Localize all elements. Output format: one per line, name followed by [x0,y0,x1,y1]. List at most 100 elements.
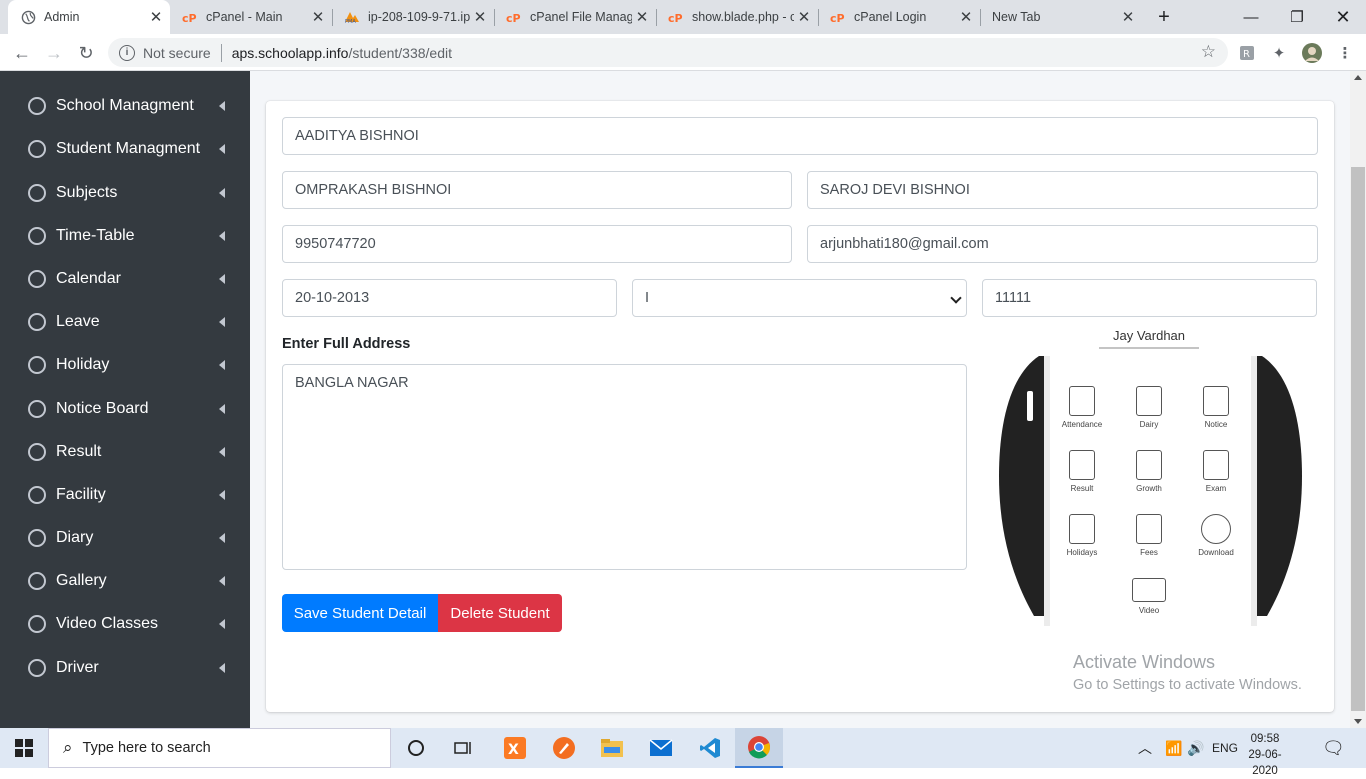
scroll-down-arrow-icon[interactable] [1354,719,1362,724]
chevron-left-icon [219,662,225,673]
chevron-up-icon[interactable]: ︿ [1138,728,1152,768]
close-tab-icon[interactable]: ✕ [308,8,328,26]
tab-phpmyadmin[interactable]: PMA ip-208-109-9-71.ip ✕ [332,0,494,34]
address-textarea[interactable]: BANGLA NAGAR [282,364,967,570]
student-name-input[interactable]: AADITYA BISHNOI [282,117,1318,155]
tab-cpanel-main[interactable]: cP cPanel - Main ✕ [170,0,332,34]
sidebar-item-notice-board[interactable]: Notice Board [0,387,250,430]
task-view-icon[interactable] [440,728,488,768]
info-icon[interactable]: i [119,44,135,61]
sidebar-item-label: Time-Table [56,226,135,244]
system-clock[interactable]: 09:58 29-06-2020 [1236,731,1294,779]
address-label: Enter Full Address [282,336,411,352]
sidebar-item-label: Notice Board [56,399,149,417]
delete-student-button[interactable]: Delete Student [438,594,562,632]
mail-icon[interactable] [637,728,685,768]
sidebar-item-time-table[interactable]: Time-Table [0,214,250,257]
circle-icon [28,399,46,418]
vscode-icon[interactable] [686,728,734,768]
svg-text:PMA: PMA [345,19,356,24]
pen-tool-icon[interactable] [540,728,588,768]
class-select[interactable]: I [632,279,967,317]
download-icon: Download [1186,514,1246,557]
sidebar-item-gallery[interactable]: Gallery [0,559,250,602]
tab-admin[interactable]: Admin ✕ [8,0,170,34]
close-tab-icon[interactable]: ✕ [794,8,814,26]
windows-start-icon[interactable] [0,728,48,768]
tab-new-tab[interactable]: New Tab ✕ [980,0,1142,34]
email-input[interactable]: arjunbhati180@gmail.com [807,225,1318,263]
phone-input[interactable]: 9950747720 [282,225,792,263]
sidebar-item-driver[interactable]: Driver [0,646,250,689]
save-student-button[interactable]: Save Student Detail [282,594,438,632]
sidebar-item-label: Holiday [56,355,110,373]
circle-icon [28,442,46,461]
address-bar[interactable]: i Not secure aps.schoolapp.info/student/… [108,38,1228,67]
close-tab-icon[interactable]: ✕ [1118,8,1138,26]
sidebar-item-holiday[interactable]: Holiday [0,343,250,386]
chrome-icon[interactable] [735,728,783,768]
svg-text:R: R [1243,49,1250,60]
app-preview-image: Jay Vardhan Attendance Dairy Notice Resu… [999,326,1302,626]
minimize-icon[interactable]: — [1228,0,1274,34]
dairy-icon: Dairy [1119,386,1179,429]
restore-icon[interactable]: ❐ [1274,0,1320,34]
notification-icon[interactable]: 🗨 [1322,728,1345,768]
close-tab-icon[interactable]: ✕ [146,8,166,26]
sidebar-item-diary[interactable]: Diary [0,516,250,559]
page-scrollbar[interactable] [1350,71,1366,728]
svg-text:cP: cP [506,12,521,23]
tab-title: ip-208-109-9-71.ip [368,10,470,24]
scroll-up-arrow-icon[interactable] [1354,75,1362,80]
forward-arrow-icon[interactable]: → [40,39,68,67]
network-icon[interactable]: 📶 [1165,728,1182,768]
sidebar-item-video-classes[interactable]: Video Classes [0,602,250,645]
sidebar-item-school-managment[interactable]: School Managment [0,84,250,127]
back-arrow-icon[interactable]: ← [8,39,36,67]
search-placeholder: Type here to search [82,740,211,756]
tab-title: cPanel Login [854,10,927,24]
sidebar-item-label: Subjects [56,183,118,201]
sidebar-item-calendar[interactable]: Calendar [0,257,250,300]
circle-icon [28,355,46,374]
speaker-icon[interactable]: 🔊 [1187,728,1204,768]
circle-icon [28,614,46,633]
sidebar-item-subjects[interactable]: Subjects [0,171,250,214]
chevron-left-icon [219,446,225,457]
sidebar-item-facility[interactable]: Facility [0,473,250,516]
menu-kebab-icon[interactable]: ⋮ [1334,42,1356,64]
xampp-icon[interactable]: X [491,728,539,768]
profile-avatar[interactable] [1301,42,1323,64]
taskbar-search-box[interactable]: ⌕ Type here to search [48,728,391,768]
bookmark-star-icon[interactable]: ☆ [1201,42,1216,62]
close-tab-icon[interactable]: ✕ [470,8,490,26]
sidebar-item-label: Facility [56,485,106,503]
window-close-icon[interactable]: ✕ [1320,0,1366,34]
sidebar-item-result[interactable]: Result [0,430,250,473]
sidebar-item-leave[interactable]: Leave [0,300,250,343]
tab-cpanel-login[interactable]: cP cPanel Login ✕ [818,0,980,34]
cortana-circle-icon[interactable] [392,728,440,768]
close-tab-icon[interactable]: ✕ [956,8,976,26]
roll-number-input[interactable]: 11111 [982,279,1317,317]
sidebar-item-label: Diary [56,528,94,546]
tab-show-blade[interactable]: cP show.blade.php - c ✕ [656,0,818,34]
language-indicator[interactable]: ENG [1212,728,1238,768]
mother-name-input[interactable]: SAROJ DEVI BISHNOI [807,171,1318,209]
scrollbar-thumb[interactable] [1351,167,1365,711]
chevron-left-icon [219,403,225,414]
sidebar-item-label: Leave [56,312,100,330]
reload-icon[interactable]: ↻ [72,39,100,67]
new-tab-plus-icon[interactable]: + [1142,0,1186,34]
father-name-input[interactable]: OMPRAKASH BISHNOI [282,171,792,209]
chevron-left-icon [219,359,225,370]
tab-cpanel-file-manager[interactable]: cP cPanel File Manag ✕ [494,0,656,34]
tab-title: New Tab [992,10,1041,24]
dob-input[interactable]: 20-10-2013 [282,279,617,317]
close-tab-icon[interactable]: ✕ [632,8,652,26]
file-explorer-icon[interactable] [588,728,636,768]
extension-r-icon[interactable]: R [1236,42,1258,64]
cpanel-icon: cP [506,9,522,25]
sidebar-item-student-managment[interactable]: Student Managment [0,127,250,170]
extensions-puzzle-icon[interactable]: ✦ [1268,42,1290,64]
